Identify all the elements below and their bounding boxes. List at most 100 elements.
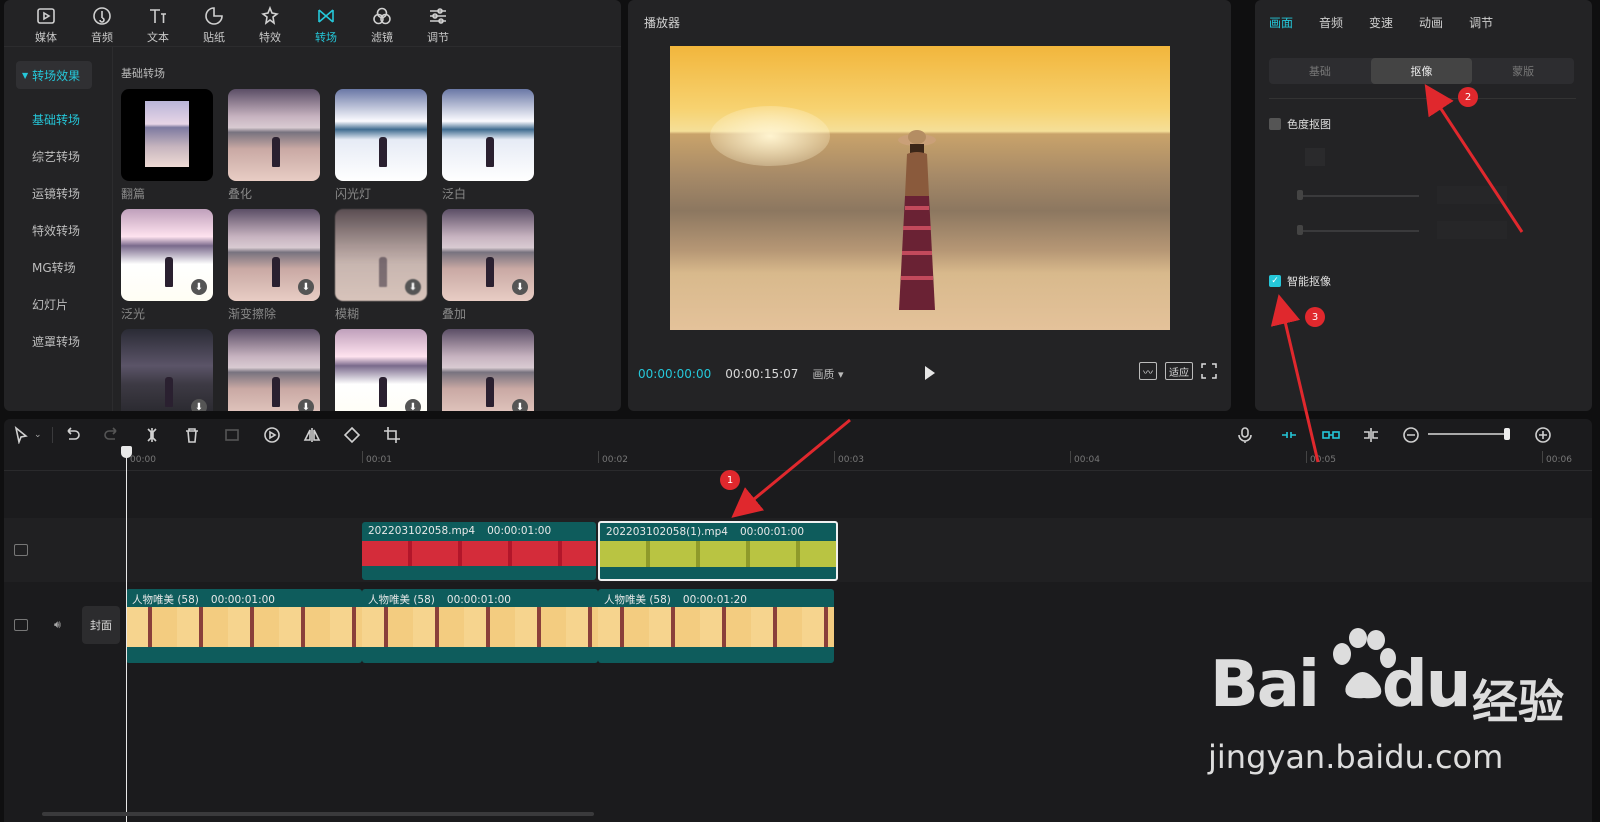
tool-text[interactable]: 文本 [130,0,186,46]
tab-animation[interactable]: 动画 [1419,14,1443,31]
ruler-label: 00:05 [1310,455,1336,465]
clip-name: 人物唯美 (58) [368,594,435,606]
toolbar-divider [51,427,53,443]
transition-thumb[interactable]: 泛白 [442,89,534,203]
main-clip-3[interactable]: 人物唯美 (58) 00:00:01:20 [598,589,834,663]
tool-filter[interactable]: 滤镜 [354,0,410,46]
undo-icon[interactable] [63,426,81,444]
zoom-slider[interactable] [1428,433,1506,435]
smart-cutout-checkbox[interactable]: ✓ [1269,275,1281,287]
transition-thumb[interactable]: ⬇ [335,329,427,411]
zoom-in-icon[interactable] [1534,426,1552,444]
freeze-icon[interactable] [223,426,241,444]
transition-thumb[interactable]: ⬇ 渐变擦除 [228,209,320,323]
delete-icon[interactable] [183,426,201,444]
tool-effects[interactable]: 特效 [242,0,298,46]
caret-down-icon: ▾ [837,368,844,381]
overlay-clip-1[interactable]: 202203102058.mp4 00:00:01:00 [362,522,596,580]
clip-frames [598,607,834,647]
tab-audio[interactable]: 音频 [1319,14,1343,31]
main-clip-1[interactable]: 人物唯美 (58) 00:00:01:00 [126,589,362,663]
sidebar-item-mask[interactable]: 遮罩转场 [16,323,92,360]
auto-snap-icon[interactable] [1322,426,1340,444]
overlay-clip-2[interactable]: 202203102058(1).mp4 00:00:01:00 [598,521,838,581]
video-preview[interactable] [670,46,1170,330]
microphone-icon[interactable] [1236,426,1254,444]
tab-picture[interactable]: 画面 [1269,14,1293,31]
sidebar-item-special[interactable]: 特效转场 [16,212,92,249]
time-ruler[interactable]: 00:00 00:01 00:02 00:03 00:04 00:05 00:0… [4,451,1592,471]
waveform-button[interactable]: 〰 [1139,362,1157,380]
mirror-icon[interactable] [303,426,321,444]
tool-adjust[interactable]: 调节 [410,0,466,46]
fullscreen-icon[interactable] [1201,363,1217,379]
transition-thumb[interactable]: ⬇ [442,329,534,411]
transition-thumb[interactable]: 翻篇 [121,89,213,203]
crop-icon[interactable] [383,426,401,444]
thumb-label: 泛光 [121,307,146,321]
sidebar-item-basic[interactable]: 基础转场 [16,101,92,138]
split-icon[interactable] [143,426,161,444]
props-tabs: 画面 音频 变速 动画 调节 [1255,0,1592,44]
tool-audio[interactable]: 音频 [74,0,130,46]
chroma-key-checkbox[interactable] [1269,118,1281,130]
download-icon[interactable]: ⬇ [298,399,314,411]
playhead[interactable] [126,449,127,822]
fit-button[interactable]: 适应 [1165,362,1193,380]
download-icon[interactable]: ⬇ [405,399,421,411]
transition-thumb[interactable]: ⬇ 模糊 [335,209,427,323]
tool-transition[interactable]: 转场 [298,0,354,46]
download-icon[interactable]: ⬇ [512,399,528,411]
tool-media[interactable]: 媒体 [18,0,74,46]
segment-basic[interactable]: 基础 [1269,58,1371,84]
tool-sticker[interactable]: 贴纸 [186,0,242,46]
tab-speed[interactable]: 变速 [1369,14,1393,31]
transition-thumb[interactable]: 叠化 [228,89,320,203]
segment-mask[interactable]: 蒙版 [1472,58,1574,84]
transition-thumb[interactable]: ⬇ 泛光 [121,209,213,323]
smart-cutout-label: 智能抠像 [1287,275,1331,288]
quality-dropdown[interactable]: 画质 ▾ [812,366,843,382]
sidebar-item-slides[interactable]: 幻灯片 [16,286,92,323]
thumb-label: 闪光灯 [335,187,372,201]
zoom-out-icon[interactable] [1402,426,1420,444]
tab-adjust[interactable]: 调节 [1469,14,1493,31]
chevron-down-icon[interactable]: ⌄ [34,430,42,440]
reverse-play-icon[interactable] [263,426,281,444]
redo-icon[interactable] [103,426,121,444]
cover-button[interactable]: 封面 [82,606,120,644]
speaker-icon[interactable]: 🔊︎ [54,618,61,632]
download-icon[interactable]: ⬇ [191,399,207,411]
rotate-icon[interactable] [343,426,361,444]
linkage-icon[interactable] [1362,426,1380,444]
transition-thumb[interactable]: ⬇ 叠加 [442,209,534,323]
download-icon[interactable]: ⬇ [191,279,207,295]
download-icon[interactable]: ⬇ [512,279,528,295]
play-button[interactable] [925,366,935,380]
main-clip-2[interactable]: 人物唯美 (58) 00:00:01:00 [362,589,598,663]
track-hide-icon[interactable] [14,619,28,631]
track-hide-icon[interactable] [14,544,28,556]
select-cursor-icon[interactable] [12,426,30,444]
transition-thumb[interactable]: ⬇ [228,329,320,411]
segment-cutout[interactable]: 抠像 [1370,58,1473,84]
main-track-magnet-icon[interactable] [1280,426,1298,444]
zoom-slider-knob[interactable] [1504,428,1510,440]
horizontal-scrollbar[interactable] [42,812,594,816]
tool-label: 调节 [427,31,449,44]
thumb-label: 模糊 [335,307,360,321]
transition-thumb[interactable]: ⬇ [121,329,213,411]
download-icon[interactable]: ⬇ [405,279,421,295]
current-time: 00:00:00:00 [638,367,712,381]
sidebar-item-camera[interactable]: 运镜转场 [16,175,92,212]
download-icon[interactable]: ⬇ [298,279,314,295]
thumb-image: ⬇ [335,329,427,411]
sidebar-item-mg[interactable]: MG转场 [16,249,92,286]
transition-thumb[interactable]: 闪光灯 [335,89,427,203]
clip-frames [362,541,596,566]
sidebar-header[interactable]: ▼ 转场效果 [16,61,92,89]
smart-cutout-row[interactable]: ✓ 智能抠像 [1269,273,1331,289]
thumb-label: 叠化 [228,187,253,201]
sidebar-item-variety[interactable]: 综艺转场 [16,138,92,175]
chroma-key-row[interactable]: 色度抠图 [1269,116,1331,132]
